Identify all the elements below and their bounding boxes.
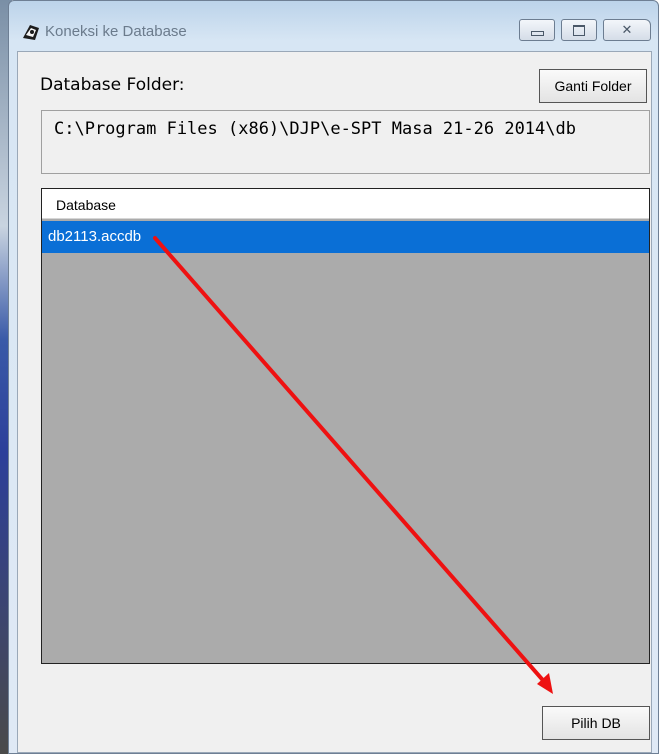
database-list[interactable]: Database db2113.accdb [41, 188, 650, 664]
minimize-button[interactable] [519, 19, 555, 41]
title-bar[interactable]: Koneksi ke Database ✕ [9, 1, 658, 51]
select-db-button[interactable]: Pilih DB [542, 706, 650, 740]
column-header-database[interactable]: Database [42, 189, 649, 219]
database-app-icon [23, 25, 39, 40]
dialog-client-area: Database Folder: Ganti Folder C:\Program… [17, 51, 652, 753]
maximize-icon [573, 24, 585, 36]
database-folder-label: Database Folder: [40, 75, 185, 95]
folder-path-field: C:\Program Files (x86)\DJP\e-SPT Masa 21… [41, 110, 650, 174]
change-folder-button[interactable]: Ganti Folder [539, 69, 647, 103]
maximize-button[interactable] [561, 19, 597, 41]
close-button[interactable]: ✕ [603, 19, 651, 41]
window-title: Koneksi ke Database [45, 23, 187, 40]
dialog-window: Koneksi ke Database ✕ Database Folder: G… [8, 0, 659, 754]
list-item[interactable]: db2113.accdb [42, 221, 649, 253]
close-icon: ✕ [621, 22, 633, 37]
minimize-icon [530, 30, 544, 36]
